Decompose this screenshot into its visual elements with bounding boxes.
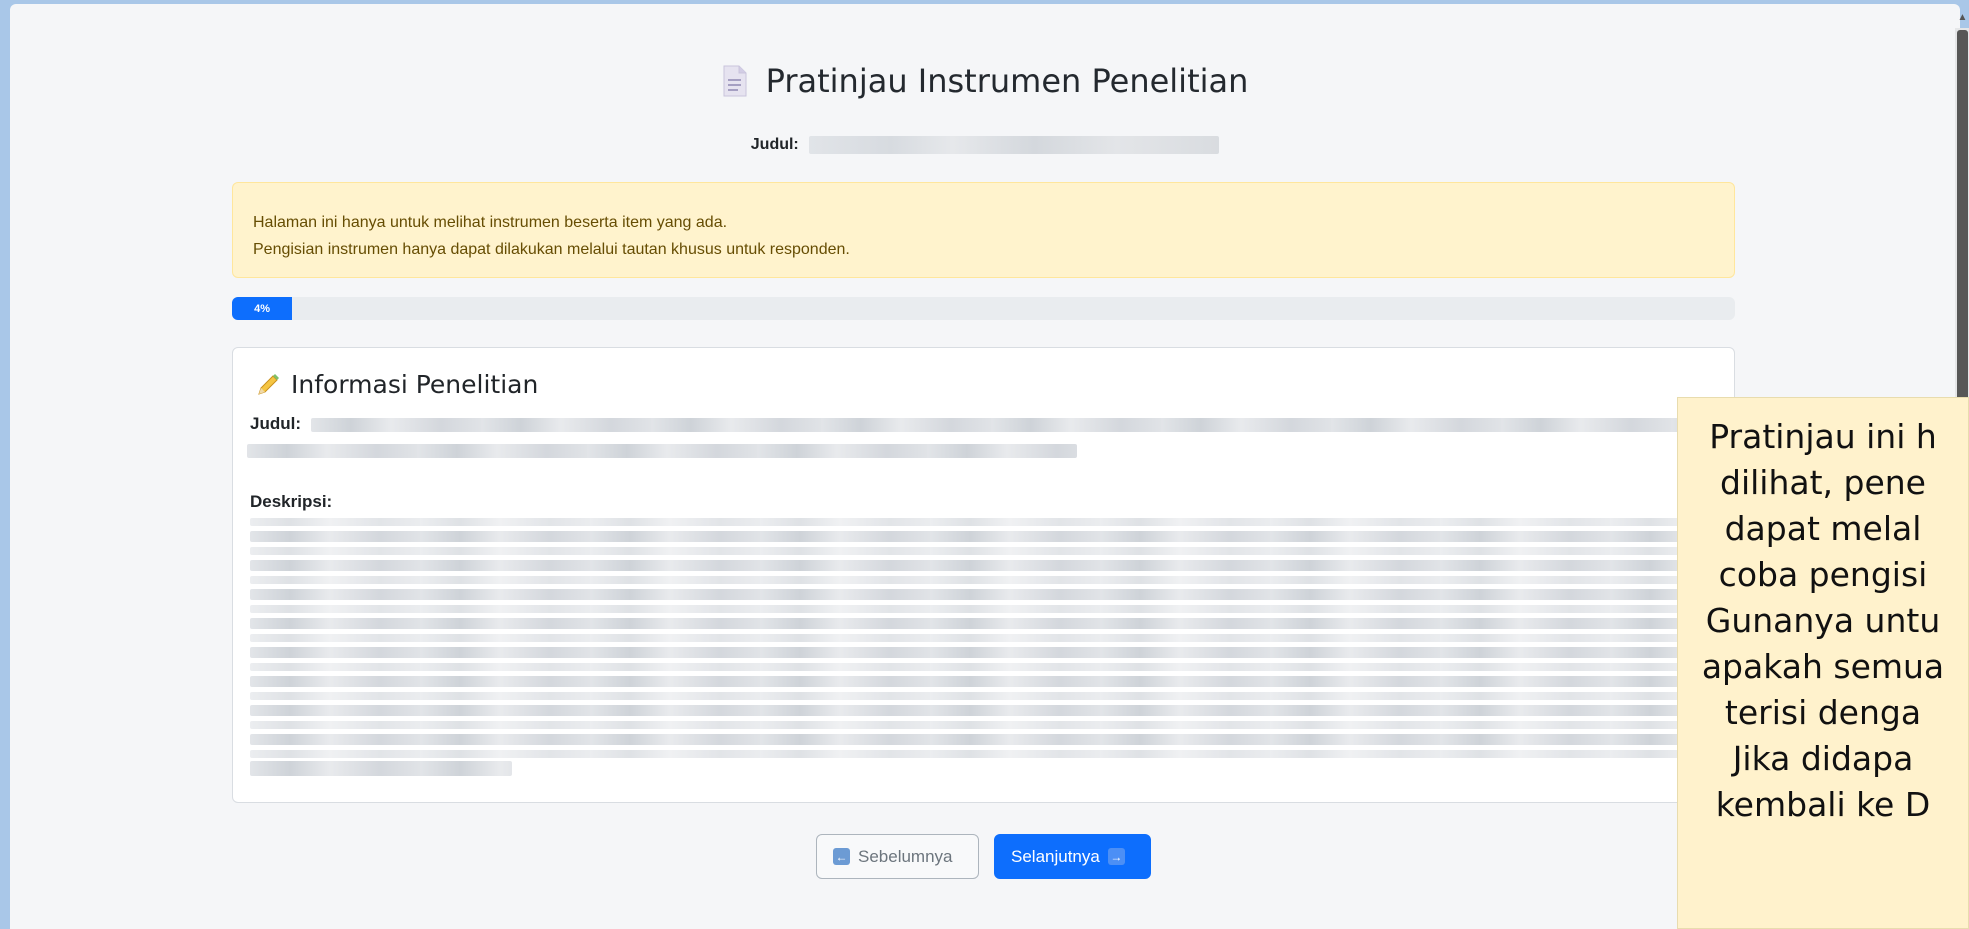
deskripsi-line [250,531,1730,542]
subtitle-value-redacted [809,136,1220,154]
deskripsi-line [250,750,1730,758]
instruction-tooltip: Pratinjau ini h dilihat, pene dapat mela… [1677,397,1969,929]
progress-bar: 4% [232,297,1735,320]
deskripsi-line [250,560,1730,571]
next-button[interactable]: Selanjutnya → [994,834,1151,879]
judul-value-redacted-2 [247,444,1077,458]
tooltip-line: kembali ke D [1715,785,1931,824]
subtitle: Judul: [10,136,1960,154]
deskripsi-line [250,605,1730,613]
deskripsi-line [250,761,512,776]
title-row: Pratinjau Instrumen Penelitian [722,62,1249,100]
document-icon [723,65,747,97]
tooltip-line: Pratinjau ini h [1709,417,1937,456]
scroll-up-arrow-icon[interactable]: ▲ [1956,12,1969,26]
deskripsi-line [250,589,1730,600]
card-title: Informasi Penelitian [291,370,539,399]
info-alert: Halaman ini hanya untuk melihat instrume… [232,182,1735,278]
deskripsi-line [250,576,1730,584]
next-button-label: Selanjutnya [1011,846,1100,866]
card-header: Informasi Penelitian [255,370,538,399]
tooltip-line: Jika didapa [1732,739,1914,778]
alert-line-1: Halaman ini hanya untuk melihat instrume… [253,214,728,231]
pencil-icon [258,373,279,395]
tooltip-line: dapat melal [1724,509,1922,548]
judul-label: Judul: [250,414,301,433]
deskripsi-line [250,663,1730,671]
deskripsi-line [250,547,1730,555]
page-title: Pratinjau Instrumen Penelitian [765,62,1249,100]
previous-button[interactable]: ← Sebelumnya [816,834,979,879]
deskripsi-line [250,647,1730,658]
research-info-card: Informasi Penelitian Judul: Deskripsi: [232,347,1735,803]
deskripsi-line [250,518,1730,526]
judul-value-redacted [311,418,1713,432]
deskripsi-label: Deskripsi: [250,492,333,511]
subtitle-label: Judul: [750,136,799,154]
deskripsi-line [250,634,1730,642]
progress-label: 4% [254,302,270,315]
tooltip-line: coba pengisi [1718,555,1928,594]
tooltip-line: terisi denga [1724,693,1922,732]
arrow-right-icon: → [1107,848,1125,865]
tooltip-line: apakah semua [1701,647,1945,686]
alert-line-2: Pengisian instrumen hanya dapat dilakuka… [253,241,850,258]
app-window: Pratinjau Instrumen Penelitian Judul: Ha… [10,4,1960,929]
tooltip-line: Gunanya untu [1705,601,1941,640]
deskripsi-line [250,676,1730,687]
progress-fill: 4% [232,297,293,320]
deskripsi-line [250,734,1730,745]
arrow-left-icon: ← [833,848,850,865]
tooltip-line: dilihat, pene [1720,463,1926,502]
deskripsi-line [250,705,1730,716]
page-header: Pratinjau Instrumen Penelitian [10,62,1960,102]
deskripsi-line [250,618,1730,629]
deskripsi-line [250,721,1730,729]
deskripsi-line [250,692,1730,700]
previous-button-label: Sebelumnya [858,846,953,866]
